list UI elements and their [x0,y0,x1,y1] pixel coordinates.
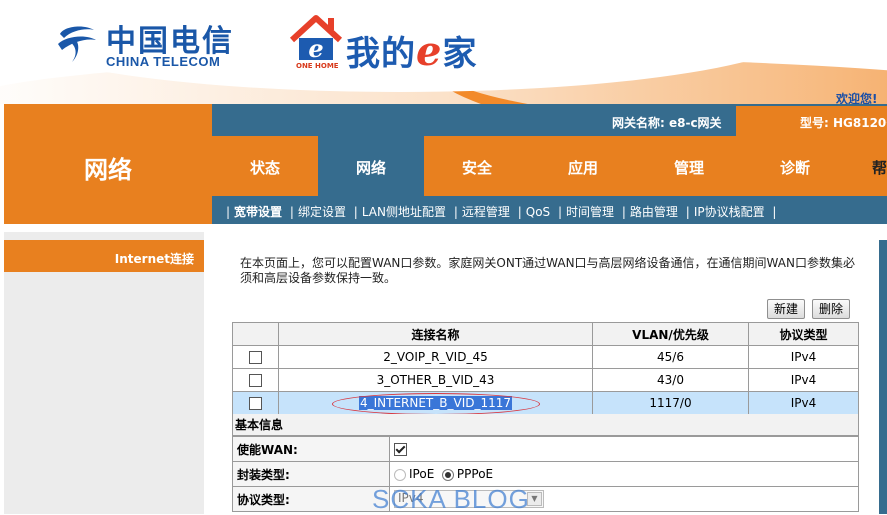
encap-ipoe-label: IPoE [409,467,435,481]
ehome-en-text: ONE HOME [296,62,339,70]
new-button[interactable]: 新建 [767,299,806,319]
ehome-e-letter: e [416,28,443,75]
subnav-qos[interactable]: QoS [526,205,550,219]
svg-text:e: e [308,34,323,63]
form-row-protocol: 协议类型: IPv4 ▼ [232,486,859,512]
cell-protocol: IPv4 [748,368,859,392]
china-telecom-logo: 中国电信 CHINA TELECOM [54,16,232,72]
my-ehome-logo: e ONE HOME 我的e家 [288,12,513,76]
table-header-protocol: 协议类型 [748,322,859,346]
encap-ipoe-radio[interactable] [394,468,406,481]
sub-nav-items: | 宽带设置 | 绑定设置 | LAN侧地址配置 | 远程管理 | QoS | 时间管理 |… [226,205,777,219]
table-row[interactable]: 3_OTHER_B_VID_43 43/0 IPv4 [232,368,859,392]
subnav-route-management[interactable]: 路由管理 [630,205,678,219]
subnav-remote-management[interactable]: 远程管理 [462,205,510,219]
cell-name: 3_OTHER_B_VID_43 [278,368,593,392]
left-sidebar [4,232,204,514]
cell-protocol: IPv4 [748,345,859,369]
delete-button[interactable]: 删除 [812,299,851,319]
cell-name: 2_VOIP_R_VID_45 [278,345,593,369]
section-title: 网络 [84,156,132,184]
subnav-broadband[interactable]: 宽带设置 [234,205,282,219]
subnav-binding[interactable]: 绑定设置 [298,205,346,219]
encap-pppoe-label: PPPoE [456,467,494,481]
page-description: 在本页面上，您可以配置WAN口参数。家庭网关ONT通过WAN口与高层网络设备通信… [240,256,855,285]
row-checkbox[interactable] [249,351,262,364]
nav-tab-application[interactable]: 应用 [530,136,636,196]
connection-table: 连接名称 VLAN/优先级 协议类型 2_VOIP_R_VID_45 45/6 … [232,322,859,415]
right-strip [879,240,887,514]
wan-form: 使能WAN: 封装类型: IPoE PPPoE 协议类型: IPv4 ▼ [232,436,859,512]
row-checkbox[interactable] [249,374,262,387]
form-row-encap: 封装类型: IPoE PPPoE [232,461,859,487]
main-nav: 状态 网络 安全 应用 管理 诊断 帮 [212,136,887,196]
form-row-enable-wan: 使能WAN: [232,436,859,462]
nav-tab-help[interactable]: 帮 [848,136,887,196]
row-checkbox[interactable] [249,397,262,410]
encap-type-label: 封装类型: [232,461,390,487]
table-header-row: 连接名称 VLAN/优先级 协议类型 [232,322,859,346]
model-text: 型号: HG8120C [800,116,887,130]
left-orange-header [4,104,212,136]
subnav-lan-address[interactable]: LAN侧地址配置 [362,205,446,219]
ehome-suffix: 家 [442,34,478,74]
gateway-name: 网关名称: e8-c网关 [612,116,722,130]
table-row-selected[interactable]: 4_INTERNET_B_VID_1117 1117/0 IPv4 [232,391,859,415]
cell-protocol: IPv4 [748,391,859,415]
ehome-cn-text: 我的e家 [346,26,477,75]
subnav-ip-stack[interactable]: IP协议栈配置 [694,205,765,219]
nav-tab-management[interactable]: 管理 [636,136,742,196]
table-header-name: 连接名称 [278,322,593,346]
protocol-type-label: 协议类型: [232,486,390,512]
nav-tab-diagnosis[interactable]: 诊断 [742,136,848,196]
nav-tab-status[interactable]: 状态 [212,136,318,196]
ehome-prefix: 我的 [346,34,416,74]
table-header-vlan: VLAN/优先级 [592,322,749,346]
china-telecom-en-text: CHINA TELECOM [106,54,221,69]
blog-watermark: SCKA BLOG [372,484,530,514]
cell-vlan: 45/6 [592,345,749,369]
enable-wan-label: 使能WAN: [232,436,390,462]
table-row[interactable]: 2_VOIP_R_VID_45 45/6 IPv4 [232,345,859,369]
table-header-select [232,322,279,346]
sidebar-item-label: Internet连接 [114,252,194,266]
subnav-time-management[interactable]: 时间管理 [566,205,614,219]
nav-tab-security[interactable]: 安全 [424,136,530,196]
china-telecom-mark-icon [58,26,96,62]
encap-pppoe-radio[interactable] [441,468,454,481]
enable-wan-checkbox[interactable] [394,443,407,456]
cell-vlan: 43/0 [592,368,749,392]
basic-info-title: 基本信息 [232,414,859,436]
nav-tab-network[interactable]: 网络 [318,136,424,196]
cell-vlan: 1117/0 [592,391,749,415]
annotation-ellipse [332,393,540,415]
